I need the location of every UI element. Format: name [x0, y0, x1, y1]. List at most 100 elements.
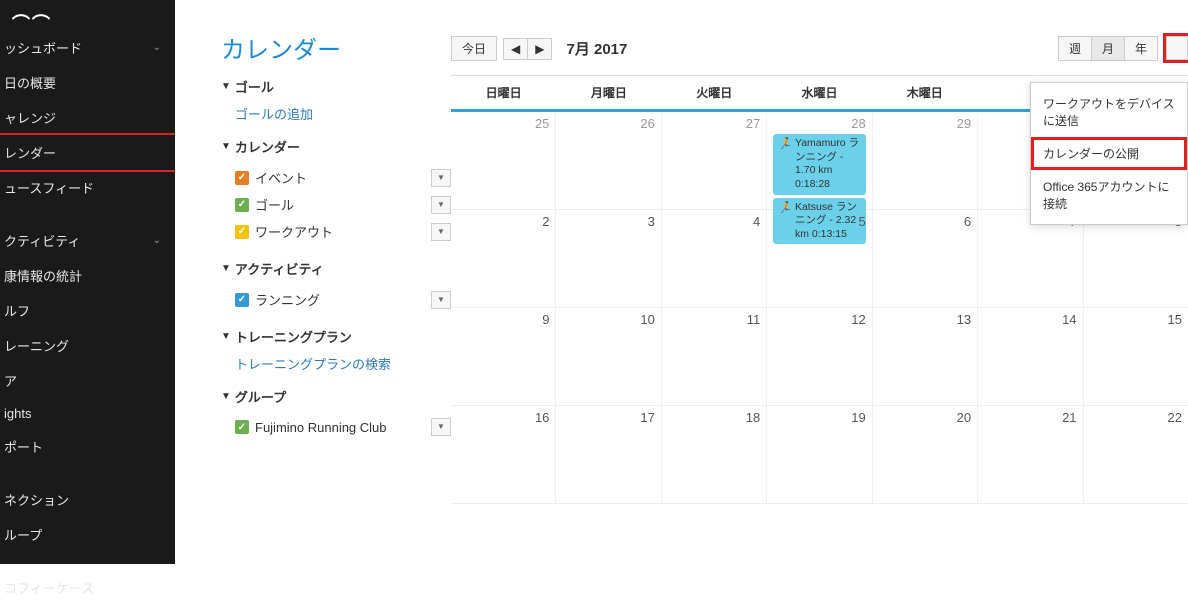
day-number: 22 — [1090, 410, 1182, 425]
sidebar-item[interactable]: クティビティ⌄ — [0, 223, 175, 258]
sidebar-item[interactable]: ポート — [0, 429, 175, 464]
filter-row: ✓イベント▼ — [221, 164, 451, 191]
filter-label: ワークアウト — [255, 222, 333, 241]
sidebar-item[interactable]: ルフ — [0, 293, 175, 328]
day-cell[interactable]: 2 — [451, 210, 556, 307]
filter-dropdown-button[interactable]: ▼ — [431, 196, 451, 214]
day-cell[interactable]: 9 — [451, 308, 556, 405]
day-cell[interactable]: 22 — [1084, 406, 1188, 503]
day-cell[interactable]: 16 — [451, 406, 556, 503]
view-week-button[interactable]: 週 — [1058, 36, 1092, 61]
sidebar: ⌒⌒ ッシュボード⌄日の概要ャレンジレンダーュースフィード クティビティ⌄康情報… — [0, 0, 175, 564]
day-cell[interactable]: 18 — [662, 406, 767, 503]
day-cell[interactable]: 5 — [767, 210, 872, 307]
day-cell[interactable]: 29 — [873, 112, 978, 209]
calendar-options-button[interactable] — [1166, 36, 1188, 60]
day-cell[interactable]: 28🏃Yamamuro ランニング - 1.70 km 0:18:28🏃Kats… — [767, 112, 872, 209]
section-goal[interactable]: ▼ゴール — [221, 77, 451, 96]
day-number: 18 — [668, 410, 760, 425]
filter-label: ランニング — [255, 290, 320, 309]
day-cell[interactable]: 27 — [662, 112, 767, 209]
day-cell[interactable]: 4 — [662, 210, 767, 307]
sidebar-item[interactable]: ループ — [0, 517, 175, 552]
filter-label: ゴール — [255, 195, 294, 214]
section-training[interactable]: ▼トレーニングプラン — [221, 327, 451, 346]
sidebar-item[interactable]: ights — [0, 398, 175, 429]
filter-row: ✓ ワークアウト ▼ — [221, 218, 451, 245]
section-activity[interactable]: ▼アクティビティ — [221, 259, 451, 278]
today-button[interactable]: 今日 — [451, 36, 497, 61]
day-cell[interactable]: 12 — [767, 308, 872, 405]
day-cell[interactable]: 13 — [873, 308, 978, 405]
day-cell[interactable]: 3 — [556, 210, 661, 307]
day-number: 17 — [562, 410, 654, 425]
sidebar-item[interactable]: ネクション — [0, 482, 175, 517]
day-cell[interactable]: 17 — [556, 406, 661, 503]
checkbox[interactable]: ✓ — [235, 171, 249, 185]
day-cell[interactable]: 19 — [767, 406, 872, 503]
checkbox[interactable]: ✓ — [235, 225, 249, 239]
calendar-event[interactable]: 🏃Yamamuro ランニング - 1.70 km 0:18:28 — [773, 134, 865, 195]
sidebar-item[interactable]: ア — [0, 363, 175, 398]
view-month-button[interactable]: 月 — [1092, 36, 1125, 61]
menu-publish-calendar[interactable]: カレンダーの公開 — [1031, 137, 1187, 170]
sidebar-item[interactable]: ッシュボード⌄ — [0, 30, 175, 65]
menu-connect-office365[interactable]: Office 365アカウントに接続 — [1031, 170, 1187, 220]
weekday-cell: 木曜日 — [872, 76, 977, 109]
month-nav: ◀ ▶ — [503, 38, 552, 60]
day-number: 15 — [1090, 312, 1182, 327]
filter-row: ✓ ゴール ▼ — [221, 191, 451, 218]
day-number: 19 — [773, 410, 865, 425]
calendar-options-menu: ワークアウトをデバイスに送信 カレンダーの公開 Office 365アカウントに… — [1030, 82, 1188, 225]
next-month-button[interactable]: ▶ — [528, 39, 551, 59]
day-cell[interactable]: 25 — [451, 112, 556, 209]
checkbox[interactable]: ✓ — [235, 198, 249, 212]
filter-dropdown-button[interactable]: ▼ — [431, 291, 451, 309]
day-number: 25 — [457, 116, 549, 131]
page-title: カレンダー — [221, 30, 451, 65]
filter-row: ✓ ランニング ▼ — [221, 286, 451, 313]
day-number: 2 — [457, 214, 549, 229]
sidebar-item[interactable]: 康情報の統計 — [0, 258, 175, 293]
day-number: 29 — [879, 116, 971, 131]
month-label: 7月 2017 — [566, 38, 627, 59]
day-cell[interactable]: 11 — [662, 308, 767, 405]
running-icon: 🏃 — [778, 137, 792, 151]
day-number: 21 — [984, 410, 1076, 425]
day-cell[interactable]: 14 — [978, 308, 1083, 405]
day-number: 9 — [457, 312, 549, 327]
menu-send-workout[interactable]: ワークアウトをデバイスに送信 — [1031, 87, 1187, 137]
filter-dropdown-button[interactable]: ▼ — [431, 223, 451, 241]
day-cell[interactable]: 10 — [556, 308, 661, 405]
sidebar-item[interactable]: レンダー — [0, 135, 175, 170]
view-year-button[interactable]: 年 — [1125, 36, 1158, 61]
sidebar-item[interactable]: 日の概要 — [0, 65, 175, 100]
day-number: 20 — [879, 410, 971, 425]
sidebar-item[interactable]: レーニング — [0, 328, 175, 363]
filter-dropdown-button[interactable]: ▼ — [431, 418, 451, 436]
filter-dropdown-button[interactable]: ▼ — [431, 169, 451, 187]
day-cell[interactable]: 26 — [556, 112, 661, 209]
sidebar-item[interactable]: ャレンジ — [0, 100, 175, 135]
day-number: 5 — [773, 214, 865, 229]
day-cell[interactable]: 20 — [873, 406, 978, 503]
filter-label: Fujimino Running Club — [255, 420, 387, 435]
day-number: 26 — [562, 116, 654, 131]
sidebar-item[interactable]: コフィーケース — [0, 570, 175, 605]
sidebar-item[interactable]: ュースフィード — [0, 170, 175, 205]
day-number: 14 — [984, 312, 1076, 327]
day-cell[interactable]: 6 — [873, 210, 978, 307]
filter-row: ✓ Fujimino Running Club ▼ — [221, 414, 451, 440]
search-training-link[interactable]: トレーニングプランの検索 — [221, 354, 451, 373]
day-cell[interactable]: 15 — [1084, 308, 1188, 405]
add-goal-link[interactable]: ゴールの追加 — [221, 104, 451, 123]
view-switch: 週 月 年 — [1058, 36, 1158, 61]
checkbox[interactable]: ✓ — [235, 293, 249, 307]
day-number: 6 — [879, 214, 971, 229]
chevron-down-icon: ⌄ — [153, 235, 161, 246]
section-group[interactable]: ▼グループ — [221, 387, 451, 406]
section-calendar[interactable]: ▼カレンダー — [221, 137, 451, 156]
prev-month-button[interactable]: ◀ — [504, 39, 528, 59]
day-cell[interactable]: 21 — [978, 406, 1083, 503]
checkbox[interactable]: ✓ — [235, 420, 249, 434]
